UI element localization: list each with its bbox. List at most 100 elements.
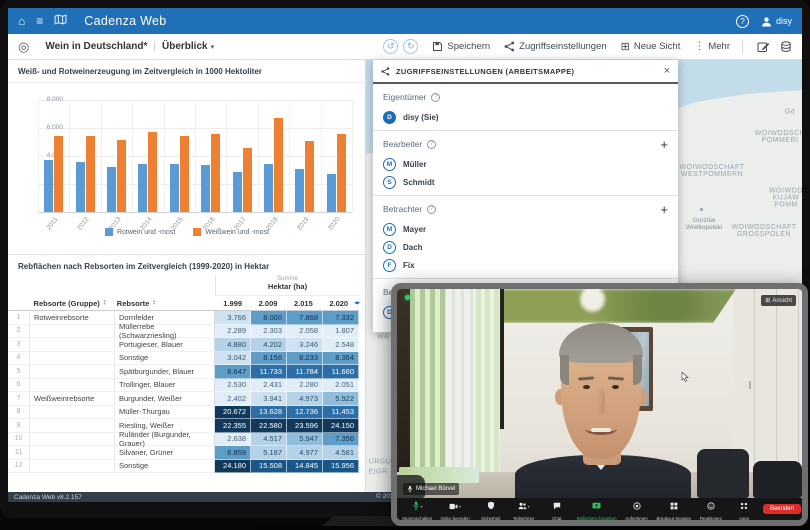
bar-rotwein-2016 bbox=[201, 165, 210, 212]
section-divider bbox=[373, 195, 678, 196]
cell-gruppe bbox=[30, 365, 115, 379]
column-pager-icon[interactable]: ◀▶ bbox=[354, 300, 359, 306]
close-icon[interactable]: × bbox=[664, 65, 670, 77]
user-menu[interactable]: disy bbox=[761, 16, 792, 27]
map-label: WA bbox=[377, 334, 389, 341]
cell-value: 15.956 bbox=[323, 460, 359, 474]
menu-icon[interactable]: ≡ bbox=[36, 14, 43, 28]
curtain bbox=[446, 289, 476, 484]
sort-header-gruppe[interactable]: Rebsorte (Gruppe)▲▼ bbox=[30, 299, 113, 308]
add-person-button[interactable]: + bbox=[660, 202, 668, 217]
cell-value: 3.941 bbox=[251, 392, 287, 406]
user-icon bbox=[761, 16, 772, 27]
new-view-button[interactable]: ⊞ Neue Sicht bbox=[621, 40, 681, 53]
cell-value: 13.628 bbox=[251, 406, 287, 420]
caret-icon[interactable]: ▾ bbox=[459, 504, 461, 509]
column-header-row: Rebsorte (Gruppe)▲▼Rebsorte▲▼1.9992.0092… bbox=[8, 296, 359, 311]
reactions-icon bbox=[707, 497, 715, 515]
recording-indicator bbox=[405, 295, 410, 300]
caret-icon[interactable]: ▾ bbox=[528, 504, 530, 509]
chat-icon bbox=[553, 497, 561, 515]
bar-weißwein-2012 bbox=[86, 136, 95, 212]
chat-button[interactable]: Chat bbox=[544, 497, 570, 521]
cell-value: 7.868 bbox=[287, 311, 323, 325]
bar-weißwein-2017 bbox=[243, 148, 252, 212]
section-divider bbox=[373, 130, 678, 131]
breakout-button[interactable]: Breakout Session bbox=[657, 497, 691, 521]
monitor-mockup: ⌂ ≡ Cadenza Web ? disy ◎ Wein in Deutsch… bbox=[0, 0, 810, 530]
edit-form-button[interactable] bbox=[757, 41, 770, 53]
cell-rebsorte: Trollinger, Blauer bbox=[115, 379, 215, 393]
workbook-toolbar: ◎ Wein in Deutschland* | Überblick ▾ ↺ ↻… bbox=[8, 34, 802, 60]
table-body: 1RotweinrebsorteDornfelder3.7668.0007.86… bbox=[8, 311, 359, 473]
caret-icon[interactable]: ▾ bbox=[421, 504, 423, 509]
year-header: 2.020 bbox=[317, 299, 352, 308]
more-button[interactable]: ⋮ Mehr bbox=[694, 41, 730, 52]
redo-button[interactable]: ↻ bbox=[403, 39, 418, 54]
add-person-button[interactable]: + bbox=[660, 137, 668, 152]
apps-icon bbox=[740, 497, 748, 515]
gridline bbox=[69, 100, 70, 212]
row-number: 11 bbox=[8, 446, 30, 460]
map-label: WOIWODSCHAFT WESTPOMMERN bbox=[679, 164, 744, 178]
camera-button[interactable]: ▾Video beenden bbox=[440, 497, 469, 521]
person-row: SSchmidt bbox=[383, 173, 668, 191]
person-name: Fix bbox=[403, 261, 415, 270]
gridline bbox=[352, 100, 353, 212]
gridline bbox=[226, 100, 227, 212]
app-header: ⌂ ≡ Cadenza Web ? disy bbox=[8, 8, 802, 34]
nose bbox=[597, 389, 605, 415]
mic-button[interactable]: ▾Stummschalten bbox=[402, 497, 432, 521]
home-icon[interactable]: ⌂ bbox=[18, 14, 25, 28]
cell-value: 14.845 bbox=[287, 460, 323, 474]
office-chair bbox=[697, 449, 749, 498]
help-icon: ? bbox=[431, 93, 440, 102]
map-label: URGU bbox=[369, 459, 392, 466]
sort-header-rebsorte[interactable]: Rebsorte▲▼ bbox=[113, 299, 211, 308]
undo-button[interactable]: ↺ bbox=[383, 39, 398, 54]
map-icon[interactable] bbox=[54, 14, 67, 28]
end-meeting-button[interactable]: Beenden bbox=[763, 504, 801, 514]
cell-value: 11.784 bbox=[287, 365, 323, 379]
bar-weißwein-2019 bbox=[305, 141, 314, 212]
camera-icon bbox=[449, 497, 458, 515]
access-settings-button[interactable]: Zugriffseinstellungen bbox=[504, 41, 607, 52]
cell-value: 4.517 bbox=[251, 433, 287, 447]
gridline bbox=[289, 100, 290, 212]
bar-rotwein-2015 bbox=[170, 164, 179, 212]
grid-view-icon: ⊞ bbox=[765, 297, 770, 304]
screen-share-button[interactable]: Bildschirm freigeben bbox=[577, 497, 617, 521]
reactions-button[interactable]: Reaktionen bbox=[698, 497, 724, 521]
legend-item: Rotwein und -most bbox=[105, 228, 175, 236]
view-selector[interactable]: Überblick bbox=[162, 41, 208, 52]
row-number: 9 bbox=[8, 419, 30, 433]
cell-value: 12.736 bbox=[287, 406, 323, 420]
bar-rotwein-2020 bbox=[327, 174, 336, 213]
user-name: disy bbox=[776, 16, 792, 26]
person-row: MMayer bbox=[383, 220, 668, 238]
cell-value: 3.246 bbox=[287, 338, 323, 352]
apps-button[interactable]: Apps bbox=[731, 497, 757, 521]
help-icon[interactable]: ? bbox=[736, 15, 749, 28]
chart-title: Weiß- und Rotweinerzeugung im Zeitvergle… bbox=[18, 67, 262, 76]
view-button[interactable]: ⊞ Ansicht bbox=[761, 295, 796, 306]
cell-value: 5.187 bbox=[251, 446, 287, 460]
divider bbox=[742, 39, 743, 54]
meeting-toolbar: ▾Stummschalten ▾Video beenden Sicherheit ▾… bbox=[397, 498, 802, 520]
participants-button[interactable]: ▾Teilnehmer bbox=[511, 497, 537, 521]
cell-value: 22.355 bbox=[215, 419, 251, 433]
cell-gruppe bbox=[30, 446, 115, 460]
cell-value: 15.508 bbox=[251, 460, 287, 474]
cell-gruppe bbox=[30, 460, 115, 474]
shield-button[interactable]: Sicherheit bbox=[478, 497, 504, 521]
person-name: disy (Sie) bbox=[403, 113, 439, 122]
workbook-icon[interactable]: ◎ bbox=[18, 39, 29, 55]
record-button[interactable]: Aufnehmen bbox=[624, 497, 650, 521]
chevron-down-icon: ▾ bbox=[211, 43, 215, 51]
cell-value: 7.356 bbox=[323, 433, 359, 447]
bar-rotwein-2011 bbox=[44, 160, 53, 212]
data-browser-button[interactable] bbox=[780, 41, 792, 53]
save-button[interactable]: Speichern bbox=[432, 41, 490, 52]
cell-gruppe: Rotweinrebsorte bbox=[30, 311, 115, 325]
sum-header: Summe Hektar (ha) bbox=[215, 275, 359, 296]
